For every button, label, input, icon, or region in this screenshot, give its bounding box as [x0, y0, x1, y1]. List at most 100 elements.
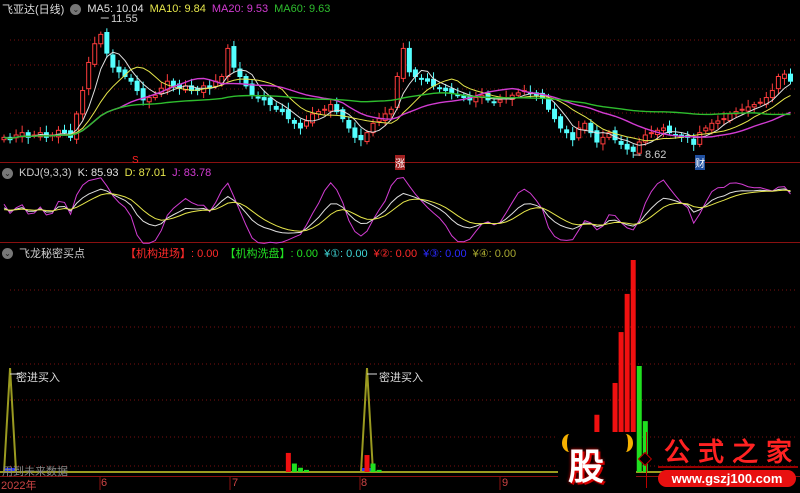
candle-body [62, 129, 67, 134]
candle-body [624, 143, 630, 150]
candle-body [558, 116, 564, 129]
candle-body [582, 122, 588, 131]
candle-body [134, 80, 140, 92]
candle-body [358, 134, 364, 141]
candle-body [352, 127, 358, 138]
buy-signal-spike [2, 367, 18, 473]
candle-body [612, 130, 618, 141]
kdj-panel-header: ⌄ KDJ(9,3,3) K: 85.93 D: 87.01 J: 83.78 [2, 167, 211, 179]
y1-value: ¥①: 0.00 [324, 247, 368, 260]
buy-annotation-2: 密进买入 [379, 372, 423, 384]
x-label: 8 [361, 477, 368, 489]
candle-body [600, 136, 606, 145]
signal-panel-header: ⌄ 飞龙秘密买点 【机构进场】: 0.00 【机构洗盘】: 0.00 ¥①: 0… [2, 245, 516, 261]
candle-body [346, 119, 352, 129]
candle-body [660, 127, 666, 131]
candle-body [739, 108, 745, 111]
main-panel-header: 飞亚达(日线) ⌄ MA5: 10.04 MA10: 9.84 MA20: 9.… [2, 1, 330, 17]
candle-body [406, 47, 412, 73]
candle-body [727, 113, 733, 121]
candle-body [170, 80, 176, 87]
candle-body [304, 120, 309, 127]
candle-body [757, 101, 763, 104]
candle-body [546, 98, 551, 110]
gszj-logo: 股 公式之家 www.gszj100.com [558, 432, 798, 488]
y3-value: ¥③: 0.00 [423, 247, 467, 260]
signal-bar [285, 452, 291, 472]
marker-s: S [132, 155, 139, 166]
buy-annotation-1: 密进买入 [16, 372, 60, 384]
candle-body [152, 94, 158, 99]
signal-bar [297, 467, 303, 472]
x-label: 9 [502, 477, 509, 489]
candle-body [703, 127, 709, 132]
candle-body [709, 122, 715, 131]
candle-body [497, 99, 503, 103]
candle-body [322, 108, 328, 111]
candle-body [449, 88, 455, 94]
candle-body [618, 141, 624, 145]
candle-body [225, 47, 231, 77]
marker-cai: 财 [695, 155, 705, 170]
ma60-value: MA60: 9.63 [274, 3, 331, 15]
candle-body [364, 132, 370, 143]
candle-body [425, 78, 430, 82]
logo-name: 公式之家 [664, 438, 800, 468]
candle-body [630, 146, 636, 152]
signal-bar [304, 469, 309, 472]
candle-body [255, 96, 261, 99]
candle-body [291, 119, 297, 124]
candle-body [110, 54, 116, 68]
candle-body [781, 73, 787, 79]
collapse-icon[interactable]: ⌄ [70, 3, 82, 15]
candle-body [751, 104, 757, 108]
jgxp-value: 【机构洗盘】: 0.00 [224, 248, 319, 260]
candle-body [515, 92, 521, 96]
candle-body [769, 90, 775, 99]
d-line [3, 189, 791, 232]
candle-body [564, 129, 570, 134]
candle-body [721, 118, 727, 121]
signal-bar [370, 463, 376, 472]
candle-body [552, 108, 558, 120]
candle-body [267, 97, 273, 106]
collapse-icon[interactable]: ⌄ [2, 167, 13, 179]
low-price-label: 8.62 [645, 149, 667, 161]
candle-body [104, 32, 110, 54]
candle-body [231, 46, 237, 68]
candle-body [116, 66, 122, 73]
high-price-label: 11.55 [111, 13, 138, 25]
candle-body [400, 47, 406, 79]
d-value: D: 87.01 [124, 167, 167, 179]
x-label: 6 [101, 477, 108, 489]
ma10-value: MA10: 9.84 [149, 3, 206, 15]
signal-bar [291, 463, 297, 472]
candle-body [394, 76, 400, 108]
candle-body [388, 108, 394, 115]
candle-body [648, 132, 654, 135]
collapse-icon[interactable]: ⌄ [2, 247, 13, 259]
x-label: 7 [232, 477, 239, 489]
logo-url: www.gszj100.com [658, 470, 796, 487]
ma20-value: MA20: 9.53 [211, 3, 269, 15]
candle-body [92, 43, 98, 65]
signal-bar [364, 455, 370, 472]
candle-body [297, 122, 303, 129]
candle-body [570, 132, 576, 141]
jgjc-value: 【机构进场】: 0.00 [125, 248, 219, 260]
candle-body [310, 113, 316, 124]
candle-body [128, 77, 134, 82]
candle-body [86, 61, 92, 90]
kdj-title: KDJ(9,3,3) [19, 167, 72, 179]
y2-value: ¥②: 0.00 [373, 247, 418, 260]
candle-body [691, 138, 697, 145]
signal-title: 飞龙秘密买点 [19, 248, 85, 260]
j-line [3, 176, 791, 244]
candle-body [437, 87, 443, 90]
candle-body [74, 113, 80, 140]
stock-title: 飞亚达(日线) [2, 4, 65, 16]
j-value: J: 83.78 [172, 167, 212, 179]
candle-body [80, 90, 86, 115]
candle-body [261, 97, 267, 101]
candle-body [146, 97, 152, 103]
